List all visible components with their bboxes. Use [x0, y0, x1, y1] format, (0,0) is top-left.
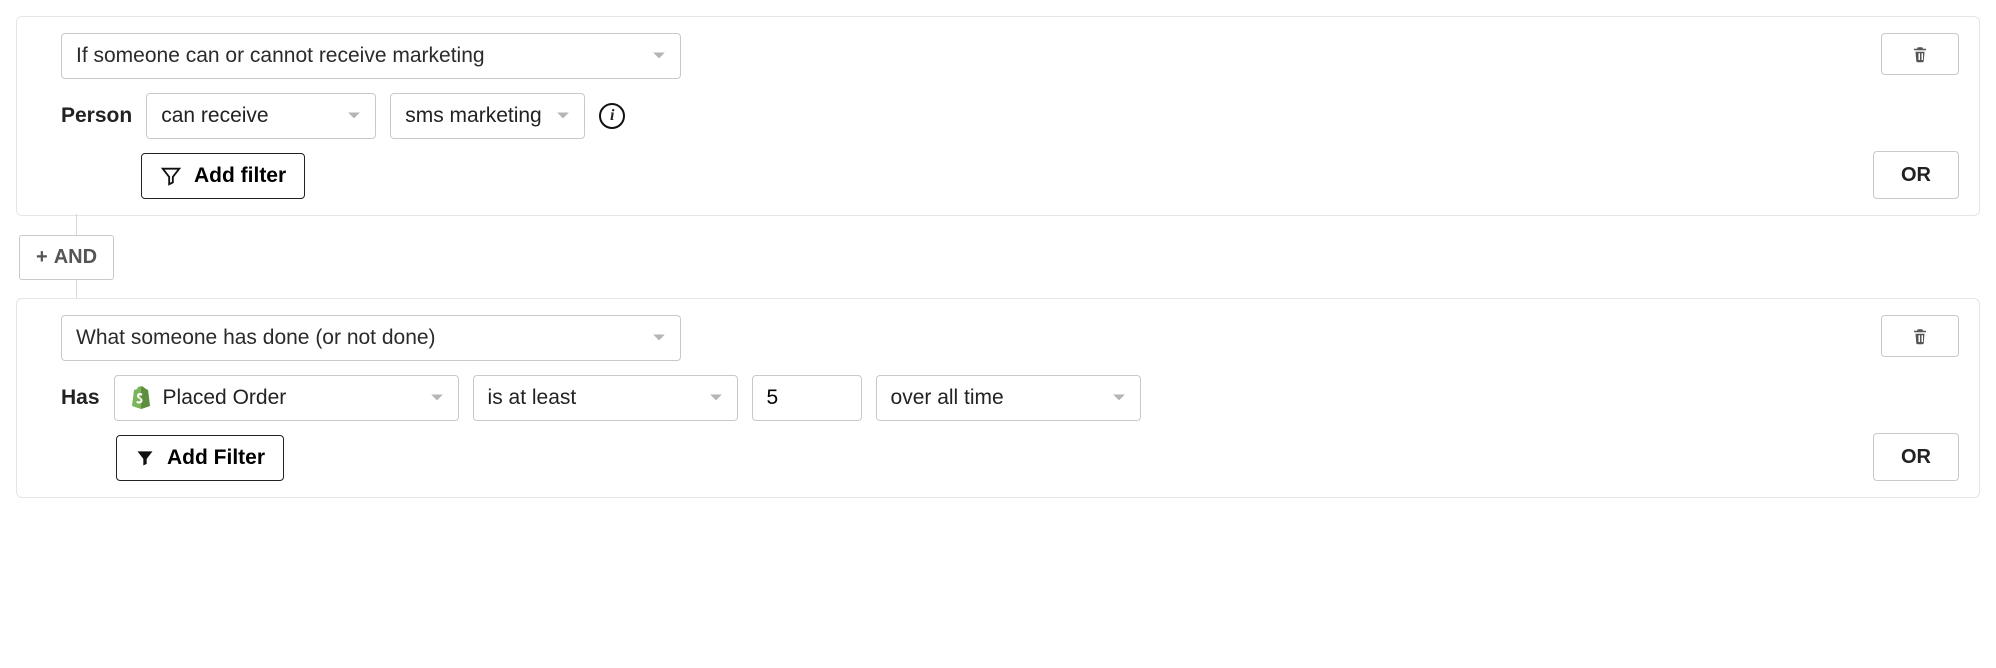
- channel-label: sms marketing: [405, 104, 542, 128]
- condition-type-label: If someone can or cannot receive marketi…: [76, 44, 485, 68]
- channel-select[interactable]: sms marketing: [390, 93, 585, 139]
- info-icon[interactable]: i: [599, 103, 625, 129]
- timeframe-select[interactable]: over all time: [876, 375, 1141, 421]
- add-filter-label: Add filter: [194, 164, 286, 188]
- operator-label: is at least: [488, 386, 577, 410]
- or-label: OR: [1901, 164, 1931, 187]
- delete-group-button[interactable]: [1881, 315, 1959, 357]
- chevron-down-icon: [347, 111, 361, 121]
- delete-group-button[interactable]: [1881, 33, 1959, 75]
- event-label: Placed Order: [163, 386, 287, 410]
- person-label: Person: [61, 104, 132, 128]
- and-connector: + AND: [76, 216, 1980, 298]
- condition-type-select[interactable]: If someone can or cannot receive marketi…: [61, 33, 681, 79]
- chevron-down-icon: [709, 393, 723, 403]
- add-filter-button[interactable]: Add filter: [141, 153, 305, 199]
- condition-group-activity: What someone has done (or not done) Has …: [16, 298, 1980, 498]
- condition-type-label: What someone has done (or not done): [76, 326, 436, 350]
- can-receive-label: can receive: [161, 104, 268, 128]
- or-button[interactable]: OR: [1873, 433, 1959, 481]
- count-input[interactable]: [752, 375, 862, 421]
- add-filter-label: Add Filter: [167, 446, 265, 470]
- condition-type-select[interactable]: What someone has done (or not done): [61, 315, 681, 361]
- plus-icon: +: [36, 246, 48, 269]
- trash-icon: [1911, 44, 1929, 64]
- chevron-down-icon: [556, 111, 570, 121]
- chevron-down-icon: [430, 393, 444, 403]
- shopify-icon: [129, 386, 153, 410]
- filter-icon: [135, 448, 155, 468]
- add-filter-button[interactable]: Add Filter: [116, 435, 284, 481]
- filter-icon: [160, 165, 182, 187]
- condition-group-marketing: If someone can or cannot receive marketi…: [16, 16, 1980, 216]
- chevron-down-icon: [652, 333, 666, 343]
- and-label: AND: [54, 246, 97, 269]
- event-select[interactable]: Placed Order: [114, 375, 459, 421]
- chevron-down-icon: [652, 51, 666, 61]
- timeframe-label: over all time: [891, 386, 1004, 410]
- operator-select[interactable]: is at least: [473, 375, 738, 421]
- add-and-button[interactable]: + AND: [19, 235, 114, 280]
- or-label: OR: [1901, 446, 1931, 469]
- can-receive-select[interactable]: can receive: [146, 93, 376, 139]
- has-label: Has: [61, 386, 100, 410]
- or-button[interactable]: OR: [1873, 151, 1959, 199]
- trash-icon: [1911, 326, 1929, 346]
- chevron-down-icon: [1112, 393, 1126, 403]
